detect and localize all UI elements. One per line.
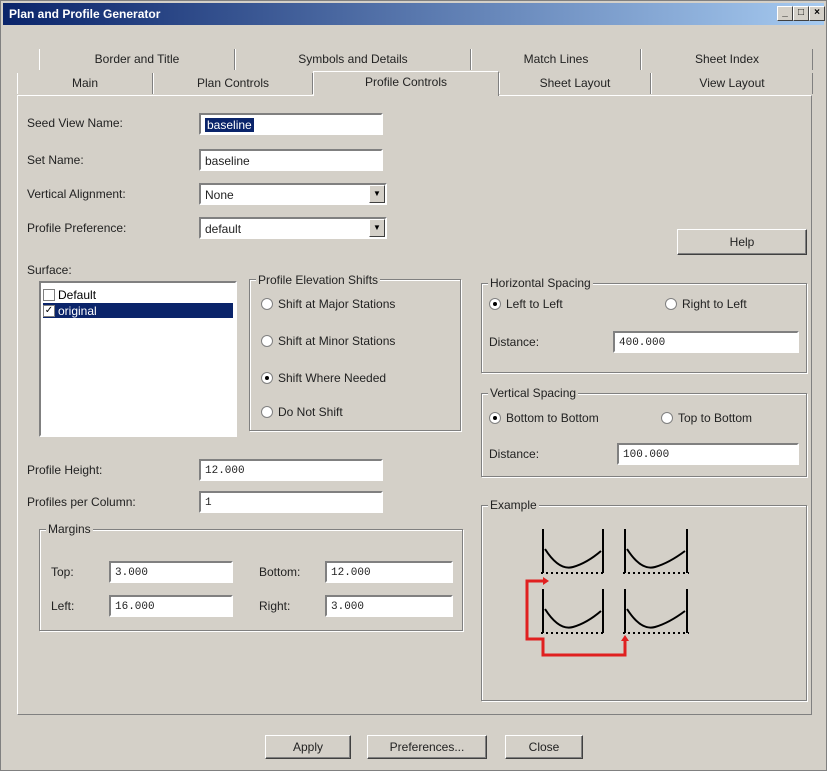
set-name-label: Set Name: — [27, 153, 84, 167]
radio-label: Left to Left — [506, 297, 563, 311]
profile-frame-icon — [541, 529, 605, 574]
radio-shift-minor[interactable]: Shift at Minor Stations — [261, 334, 395, 348]
radio-icon — [489, 412, 501, 424]
preferences-button[interactable]: Preferences... — [367, 735, 487, 759]
margin-top-label: Top: — [51, 565, 74, 579]
vertical-alignment-label: Vertical Alignment: — [27, 187, 126, 201]
profile-preference-value: default — [205, 222, 242, 236]
profiles-per-column-label: Profiles per Column: — [27, 495, 136, 509]
title-bar[interactable]: Plan and Profile Generator _ □ × — [3, 3, 825, 25]
dropdown-arrow-icon[interactable]: ▼ — [369, 219, 385, 237]
set-name-input[interactable]: baseline — [199, 149, 383, 171]
tab-profile-controls[interactable]: Profile Controls — [313, 71, 499, 96]
radio-left-to-left[interactable]: Left to Left — [489, 297, 563, 311]
radio-label: Right to Left — [682, 297, 747, 311]
apply-button[interactable]: Apply — [265, 735, 351, 759]
radio-label: Bottom to Bottom — [506, 411, 599, 425]
radio-label: Shift Where Needed — [278, 371, 387, 385]
margin-bottom-input[interactable]: 12.000 — [325, 561, 453, 583]
surface-item-default[interactable]: Default — [43, 287, 233, 302]
profile-frame-icon — [623, 589, 689, 634]
profile-height-label: Profile Height: — [27, 463, 103, 477]
close-button[interactable]: Close — [505, 735, 583, 759]
radio-icon — [661, 412, 673, 424]
margin-right-label: Right: — [259, 599, 291, 613]
tab-sheet-index[interactable]: Sheet Index — [641, 49, 813, 70]
horizontal-distance-label: Distance: — [489, 335, 540, 349]
radio-icon — [489, 298, 501, 310]
radio-label: Shift at Minor Stations — [278, 334, 396, 348]
radio-icon — [665, 298, 677, 310]
dropdown-arrow-icon[interactable]: ▼ — [369, 185, 385, 203]
radio-shift-where-needed[interactable]: Shift Where Needed — [261, 371, 386, 385]
radio-do-not-shift[interactable]: Do Not Shift — [261, 405, 343, 419]
surface-default-checkbox[interactable] — [43, 288, 55, 301]
seed-view-name-input[interactable]: baseline — [199, 113, 383, 135]
margin-bottom-label: Bottom: — [259, 565, 301, 579]
profile-preference-select[interactable]: default ▼ — [199, 217, 387, 239]
surface-item-label: original — [58, 303, 97, 318]
surface-list[interactable]: Default ✓ original — [39, 281, 237, 437]
seed-view-name-label: Seed View Name: — [27, 116, 123, 130]
vertical-distance-label: Distance: — [489, 447, 540, 461]
tab-plan-controls[interactable]: Plan Controls — [153, 73, 313, 94]
radio-label: Do Not Shift — [278, 405, 343, 419]
margins-title: Margins — [46, 522, 93, 536]
plan-profile-window: Plan and Profile Generator _ □ × Border … — [0, 0, 827, 771]
elevation-shifts-title: Profile Elevation Shifts — [256, 273, 381, 287]
radio-top-to-bottom[interactable]: Top to Bottom — [661, 411, 752, 425]
tab-symbols-and-details[interactable]: Symbols and Details — [235, 49, 471, 70]
margin-left-input[interactable]: 16.000 — [109, 595, 233, 617]
radio-bottom-to-bottom[interactable]: Bottom to Bottom — [489, 411, 599, 425]
surface-original-checkbox[interactable]: ✓ — [43, 304, 55, 317]
radio-icon — [261, 406, 273, 418]
tab-match-lines[interactable]: Match Lines — [471, 49, 641, 70]
example-diagram — [525, 529, 689, 657]
tab-border-and-title[interactable]: Border and Title — [39, 49, 235, 70]
close-icon[interactable]: × — [809, 6, 825, 21]
horizontal-distance-input[interactable]: 400.000 — [613, 331, 799, 353]
tab-view-layout[interactable]: View Layout — [651, 73, 813, 94]
radio-right-to-left[interactable]: Right to Left — [665, 297, 747, 311]
margin-left-label: Left: — [51, 599, 75, 613]
profiles-per-column-input[interactable]: 1 — [199, 491, 383, 513]
profile-frame-icon — [623, 529, 689, 574]
tab-sheet-layout[interactable]: Sheet Layout — [499, 73, 651, 94]
vertical-distance-input[interactable]: 100.000 — [617, 443, 799, 465]
horizontal-spacing-title: Horizontal Spacing — [488, 276, 593, 290]
profile-preference-label: Profile Preference: — [27, 221, 127, 235]
example-title: Example — [488, 498, 539, 512]
profile-frame-icon — [541, 589, 605, 634]
spacing-path-icon — [525, 579, 627, 657]
radio-label: Top to Bottom — [678, 411, 753, 425]
radio-icon — [261, 298, 273, 310]
maximize-icon[interactable]: □ — [793, 6, 809, 21]
vertical-spacing-title: Vertical Spacing — [488, 386, 579, 400]
profile-height-input[interactable]: 12.000 — [199, 459, 383, 481]
minimize-icon[interactable]: _ — [777, 6, 793, 21]
radio-label: Shift at Major Stations — [278, 297, 396, 311]
help-button[interactable]: Help — [677, 229, 807, 255]
radio-icon — [261, 335, 273, 347]
margin-right-input[interactable]: 3.000 — [325, 595, 453, 617]
vertical-alignment-value: None — [205, 188, 234, 202]
margin-top-input[interactable]: 3.000 — [109, 561, 233, 583]
radio-shift-major[interactable]: Shift at Major Stations — [261, 297, 395, 311]
window-title: Plan and Profile Generator — [9, 7, 161, 21]
radio-icon — [261, 372, 273, 384]
surface-item-label: Default — [58, 287, 97, 302]
tab-main[interactable]: Main — [17, 73, 153, 94]
vertical-alignment-select[interactable]: None ▼ — [199, 183, 387, 205]
surface-label: Surface: — [27, 263, 72, 277]
surface-item-original[interactable]: ✓ original — [43, 303, 233, 318]
